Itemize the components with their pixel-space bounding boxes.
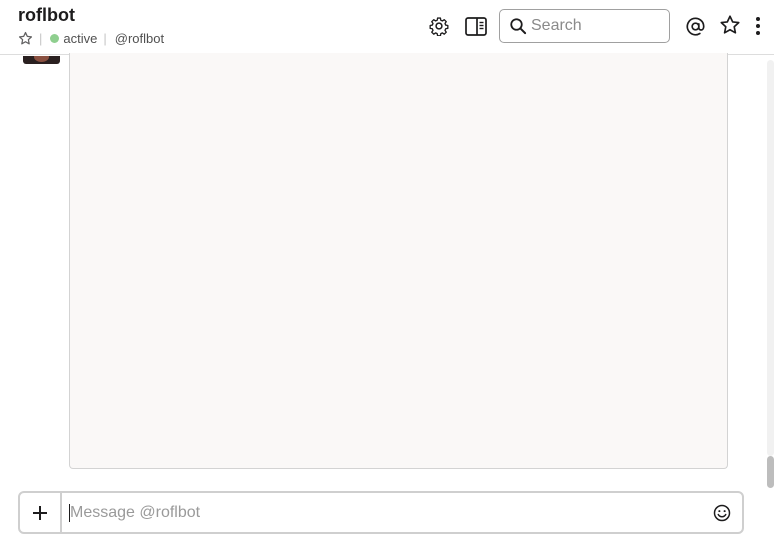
- star-icon[interactable]: [18, 31, 33, 46]
- text-caret: [69, 504, 70, 522]
- gear-icon: [429, 17, 449, 36]
- attach-button[interactable]: [20, 493, 62, 532]
- message-composer: [18, 491, 744, 534]
- at-sign-icon: [685, 17, 705, 36]
- channel-header: roflbot | active | @roflbot: [0, 0, 774, 55]
- message-input[interactable]: [62, 493, 702, 532]
- user-handle[interactable]: @roflbot: [115, 31, 164, 46]
- vertical-ellipsis-icon: [756, 17, 760, 35]
- search-box[interactable]: [499, 9, 670, 43]
- channel-title[interactable]: roflbot: [18, 5, 75, 26]
- more-actions-button[interactable]: [750, 14, 766, 38]
- settings-button[interactable]: [427, 14, 451, 38]
- search-icon: [510, 18, 527, 35]
- message-input-wrap: [62, 493, 702, 532]
- avatar[interactable]: [23, 56, 60, 64]
- emoji-button[interactable]: [702, 493, 742, 532]
- presence-indicator: [50, 33, 60, 43]
- mentions-button[interactable]: [683, 14, 707, 38]
- app-window: roflbot | active | @roflbot: [0, 0, 774, 552]
- starred-items-button[interactable]: [718, 13, 742, 37]
- channel-details-button[interactable]: [463, 14, 489, 38]
- attachment-preview[interactable]: [69, 53, 728, 469]
- search-input[interactable]: [531, 17, 661, 35]
- sidebar-panel-icon: [465, 16, 487, 36]
- meta-separator: |: [39, 30, 43, 46]
- star-outline-icon: [720, 15, 740, 34]
- presence-status: active: [63, 30, 98, 46]
- channel-meta: | active | @roflbot: [18, 30, 164, 46]
- scrollbar-thumb[interactable]: [767, 456, 774, 488]
- plus-icon: [33, 505, 47, 520]
- scrollbar-track[interactable]: [767, 60, 774, 456]
- meta-separator: |: [103, 30, 107, 46]
- emoji-icon: [713, 504, 731, 521]
